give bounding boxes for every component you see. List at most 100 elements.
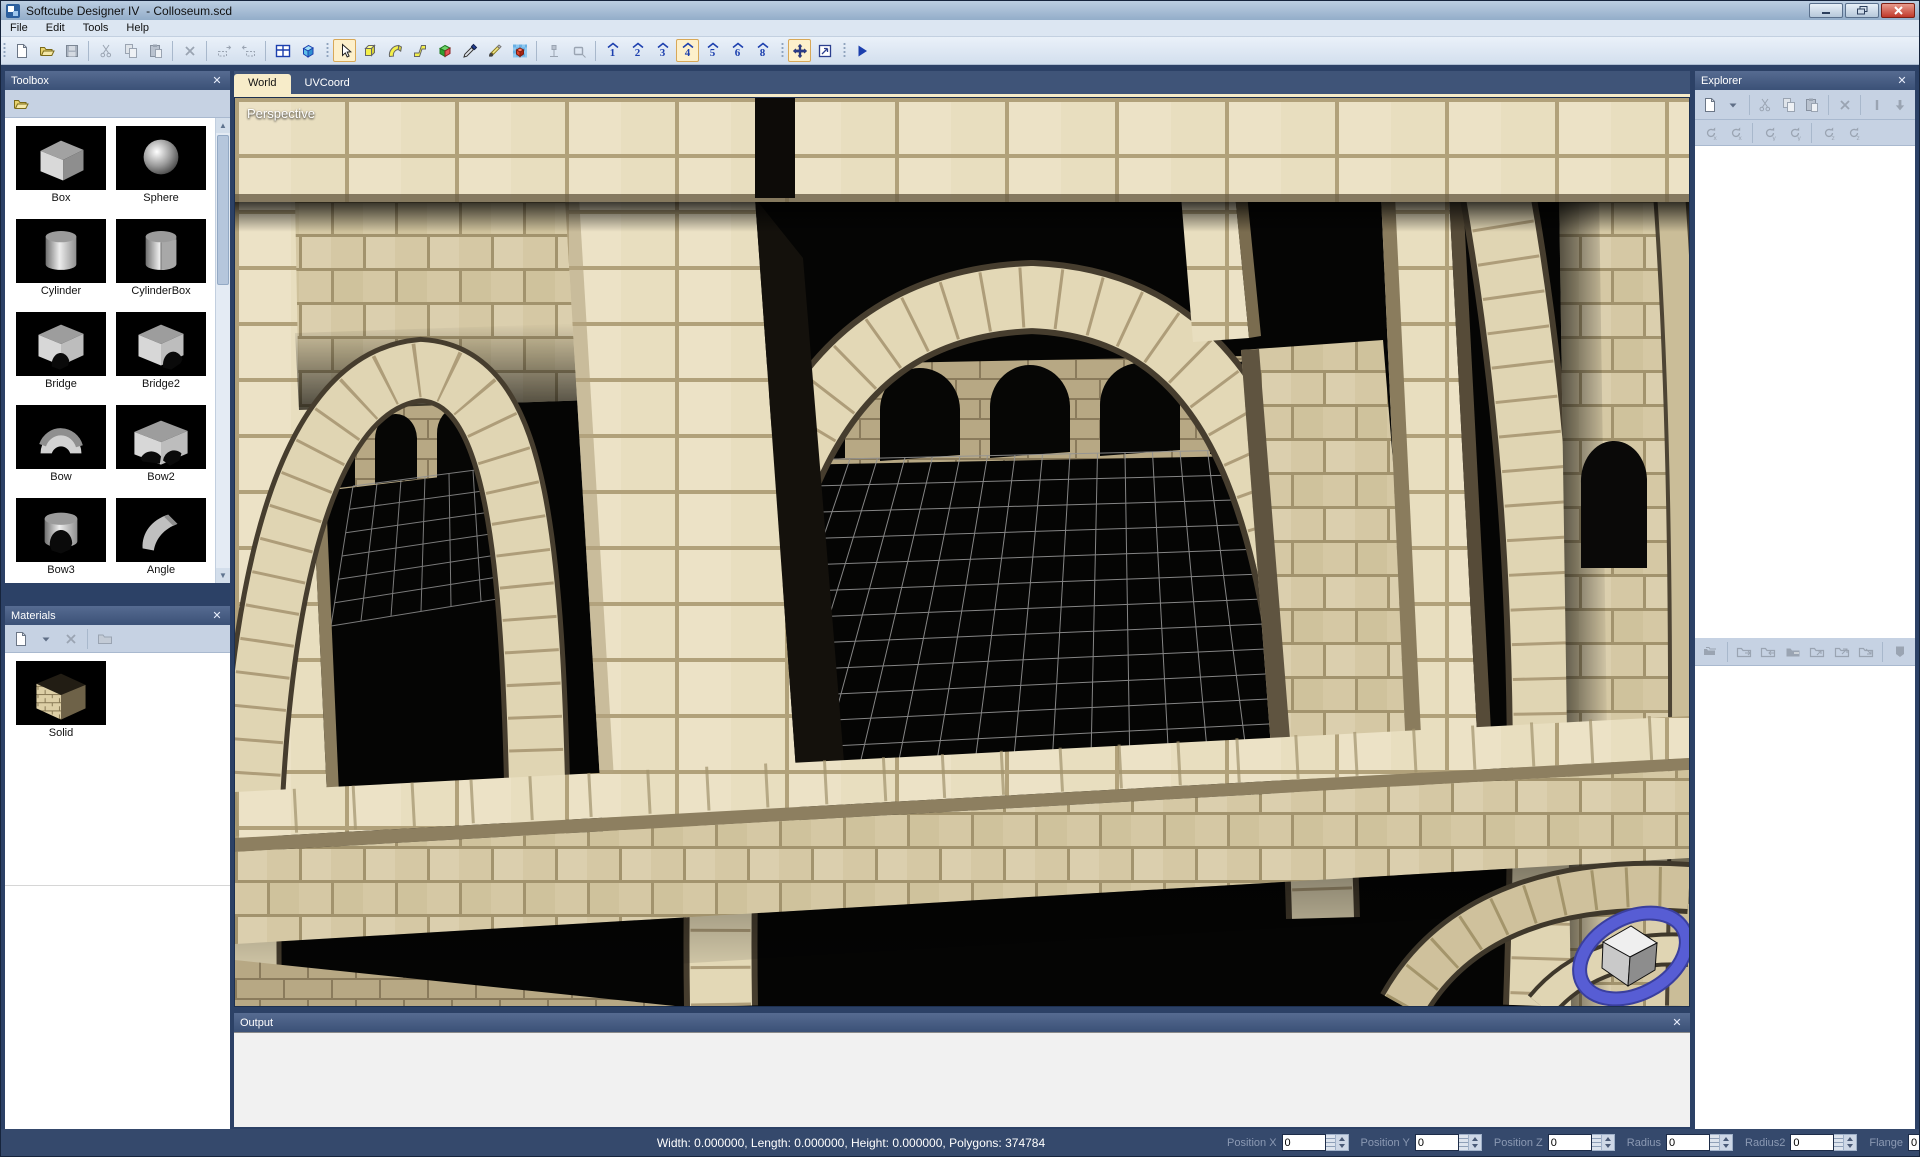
spin-up-icon[interactable] bbox=[1720, 1135, 1732, 1143]
explorer-close-icon[interactable]: ✕ bbox=[1895, 74, 1909, 87]
new-node-dropdown-button[interactable] bbox=[1722, 93, 1743, 116]
s-shape-tool-button[interactable] bbox=[408, 39, 431, 62]
menu-edit[interactable]: Edit bbox=[37, 21, 74, 35]
box-tool-button[interactable] bbox=[358, 39, 381, 62]
toolbox-item-bridge2[interactable]: Bridge2 bbox=[113, 312, 209, 390]
spin-up-icon[interactable] bbox=[1336, 1135, 1348, 1143]
segments-4-button[interactable]: 4 bbox=[676, 39, 699, 62]
spinner-grip[interactable] bbox=[1710, 1134, 1720, 1151]
copy-button[interactable] bbox=[119, 39, 142, 62]
segments-5-button[interactable]: 5 bbox=[701, 39, 724, 62]
folder-export-button[interactable] bbox=[1732, 640, 1755, 663]
segments-1-button[interactable]: 1 bbox=[601, 39, 624, 62]
toolbox-scrollbar[interactable]: ▲ ▼ bbox=[215, 118, 230, 583]
cut-node-button[interactable] bbox=[1755, 93, 1776, 116]
cut-button[interactable] bbox=[94, 39, 117, 62]
segments-6-button[interactable]: 6 bbox=[726, 39, 749, 62]
spin-down-icon[interactable] bbox=[1720, 1143, 1732, 1151]
explorer-tree[interactable] bbox=[1695, 146, 1915, 638]
rotate-x-plus-button[interactable]: x bbox=[1724, 121, 1747, 144]
scroll-down-icon[interactable]: ▼ bbox=[216, 568, 230, 583]
toolbox-close-icon[interactable]: ✕ bbox=[210, 74, 224, 87]
viewport-3d[interactable]: Perspective bbox=[234, 97, 1690, 1007]
paste-node-button[interactable] bbox=[1802, 93, 1823, 116]
delete-button[interactable] bbox=[178, 39, 201, 62]
spinner-grip[interactable] bbox=[1834, 1134, 1844, 1151]
flange-input[interactable] bbox=[1908, 1134, 1920, 1151]
folder-move-up-button[interactable] bbox=[1830, 640, 1853, 663]
save-button[interactable] bbox=[60, 39, 83, 62]
menu-help[interactable]: Help bbox=[117, 21, 158, 35]
radius-input[interactable] bbox=[1666, 1134, 1710, 1151]
folder-save-button[interactable] bbox=[1781, 640, 1804, 663]
title-bar[interactable]: Softcube Designer IV - Colloseum.scd bbox=[1, 1, 1919, 20]
restore-button[interactable] bbox=[1845, 3, 1879, 18]
bow-tool-button[interactable] bbox=[383, 39, 406, 62]
segments-8-button[interactable]: 8 bbox=[751, 39, 774, 62]
segments-3-button[interactable]: 3 bbox=[651, 39, 674, 62]
rotate-z-plus-button[interactable]: z bbox=[1842, 121, 1865, 144]
bounds-tool-button[interactable] bbox=[567, 39, 590, 62]
move-node-down-button[interactable] bbox=[1890, 93, 1911, 116]
toolbox-item-cylinderbox[interactable]: CylinderBox bbox=[113, 219, 209, 297]
toolbox-item-bow[interactable]: Bow bbox=[13, 405, 109, 483]
rotate-z-minus-button[interactable]: z bbox=[1817, 121, 1840, 144]
library-list[interactable] bbox=[1695, 666, 1915, 1132]
toolbox-item-sphere[interactable]: Sphere bbox=[113, 126, 209, 204]
tab-world[interactable]: World bbox=[234, 74, 291, 94]
spin-up-icon[interactable] bbox=[1844, 1135, 1856, 1143]
close-button[interactable] bbox=[1881, 3, 1915, 18]
toolbox-item-bow2[interactable]: Bow2 bbox=[113, 405, 209, 483]
paint-tool-button[interactable] bbox=[483, 39, 506, 62]
spinner-grip[interactable] bbox=[1459, 1134, 1469, 1151]
spin-down-icon[interactable] bbox=[1336, 1143, 1348, 1151]
spinner-grip[interactable] bbox=[1326, 1134, 1336, 1151]
fit-view-button[interactable] bbox=[813, 39, 836, 62]
toolbox-item-box[interactable]: Box bbox=[13, 126, 109, 204]
open-material-button[interactable] bbox=[93, 627, 116, 650]
open-button[interactable] bbox=[35, 39, 58, 62]
menu-file[interactable]: File bbox=[1, 21, 37, 35]
position-z-input[interactable] bbox=[1548, 1134, 1592, 1151]
grid-view-button[interactable] bbox=[271, 39, 294, 62]
select-tool-button[interactable] bbox=[333, 39, 356, 62]
output-log[interactable] bbox=[234, 1032, 1690, 1127]
material-cube-tool-button[interactable] bbox=[433, 39, 456, 62]
segments-2-button[interactable]: 2 bbox=[626, 39, 649, 62]
move-node-up-button[interactable] bbox=[1866, 93, 1887, 116]
materials-close-icon[interactable]: ✕ bbox=[210, 609, 224, 622]
folder-move-right-button[interactable] bbox=[1806, 640, 1829, 663]
delete-node-button[interactable] bbox=[1834, 93, 1855, 116]
spin-up-icon[interactable] bbox=[1469, 1135, 1481, 1143]
pan-view-button[interactable] bbox=[788, 39, 811, 62]
spin-up-icon[interactable] bbox=[1602, 1135, 1614, 1143]
delete-material-button[interactable] bbox=[59, 627, 82, 650]
output-close-icon[interactable]: ✕ bbox=[1670, 1016, 1684, 1029]
folder-import-button[interactable] bbox=[1757, 640, 1780, 663]
scrollbar-thumb[interactable] bbox=[217, 135, 229, 285]
toolbox-item-bow3[interactable]: Bow3 bbox=[13, 498, 109, 576]
render-scene[interactable] bbox=[235, 98, 1689, 1006]
position-x-input[interactable] bbox=[1282, 1134, 1326, 1151]
spin-down-icon[interactable] bbox=[1844, 1143, 1856, 1151]
next-selection-button[interactable] bbox=[237, 39, 260, 62]
paste-button[interactable] bbox=[144, 39, 167, 62]
copy-node-button[interactable] bbox=[1778, 93, 1799, 116]
run-button[interactable] bbox=[850, 39, 873, 62]
toolbox-item-cylinder[interactable]: Cylinder bbox=[13, 219, 109, 297]
folder-move-down-button[interactable] bbox=[1855, 640, 1878, 663]
position-y-input[interactable] bbox=[1415, 1134, 1459, 1151]
prev-selection-button[interactable] bbox=[212, 39, 235, 62]
minimize-button[interactable] bbox=[1809, 3, 1843, 18]
rotate-x-minus-button[interactable]: x bbox=[1699, 121, 1722, 144]
rotate-y-plus-button[interactable]: y bbox=[1783, 121, 1806, 144]
rotate-y-minus-button[interactable]: y bbox=[1758, 121, 1781, 144]
scroll-up-icon[interactable]: ▲ bbox=[216, 118, 230, 133]
new-node-button[interactable] bbox=[1699, 93, 1720, 116]
eyedropper-tool-button[interactable] bbox=[458, 39, 481, 62]
spin-down-icon[interactable] bbox=[1602, 1143, 1614, 1151]
radius2-input[interactable] bbox=[1790, 1134, 1834, 1151]
texture-cube-tool-button[interactable] bbox=[508, 39, 531, 62]
3d-view-button[interactable] bbox=[296, 39, 319, 62]
folder-stack-button[interactable] bbox=[1699, 640, 1722, 663]
